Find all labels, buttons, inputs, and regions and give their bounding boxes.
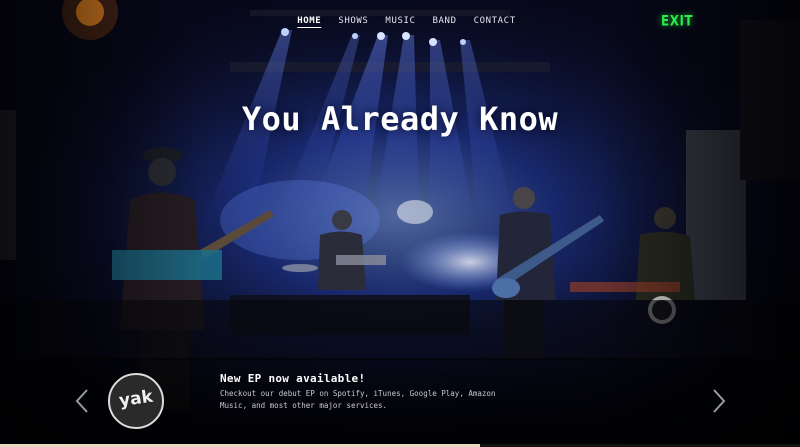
nav-band[interactable]: BAND [433, 16, 457, 26]
hero-slide: HOME SHOWS MUSIC BAND CONTACT EXIT You A… [0, 0, 800, 447]
nav-music[interactable]: MUSIC [385, 16, 415, 26]
hero-title: You Already Know [241, 100, 559, 138]
news-body: Checkout our debut EP on Spotify, iTunes… [220, 389, 496, 410]
band-logo-text: yak [117, 386, 155, 412]
slider-prev-button[interactable] [73, 388, 93, 414]
chevron-right-icon [713, 389, 726, 413]
slider-next-button[interactable] [708, 388, 728, 414]
news-title: New EP now available! [220, 372, 366, 385]
exit-sign: EXIT [661, 12, 694, 30]
nav-home[interactable]: HOME [297, 16, 321, 26]
nav-contact[interactable]: CONTACT [474, 16, 516, 26]
band-logo[interactable]: yak [108, 373, 164, 429]
chevron-left-icon [75, 389, 88, 413]
nav-shows[interactable]: SHOWS [338, 16, 368, 26]
